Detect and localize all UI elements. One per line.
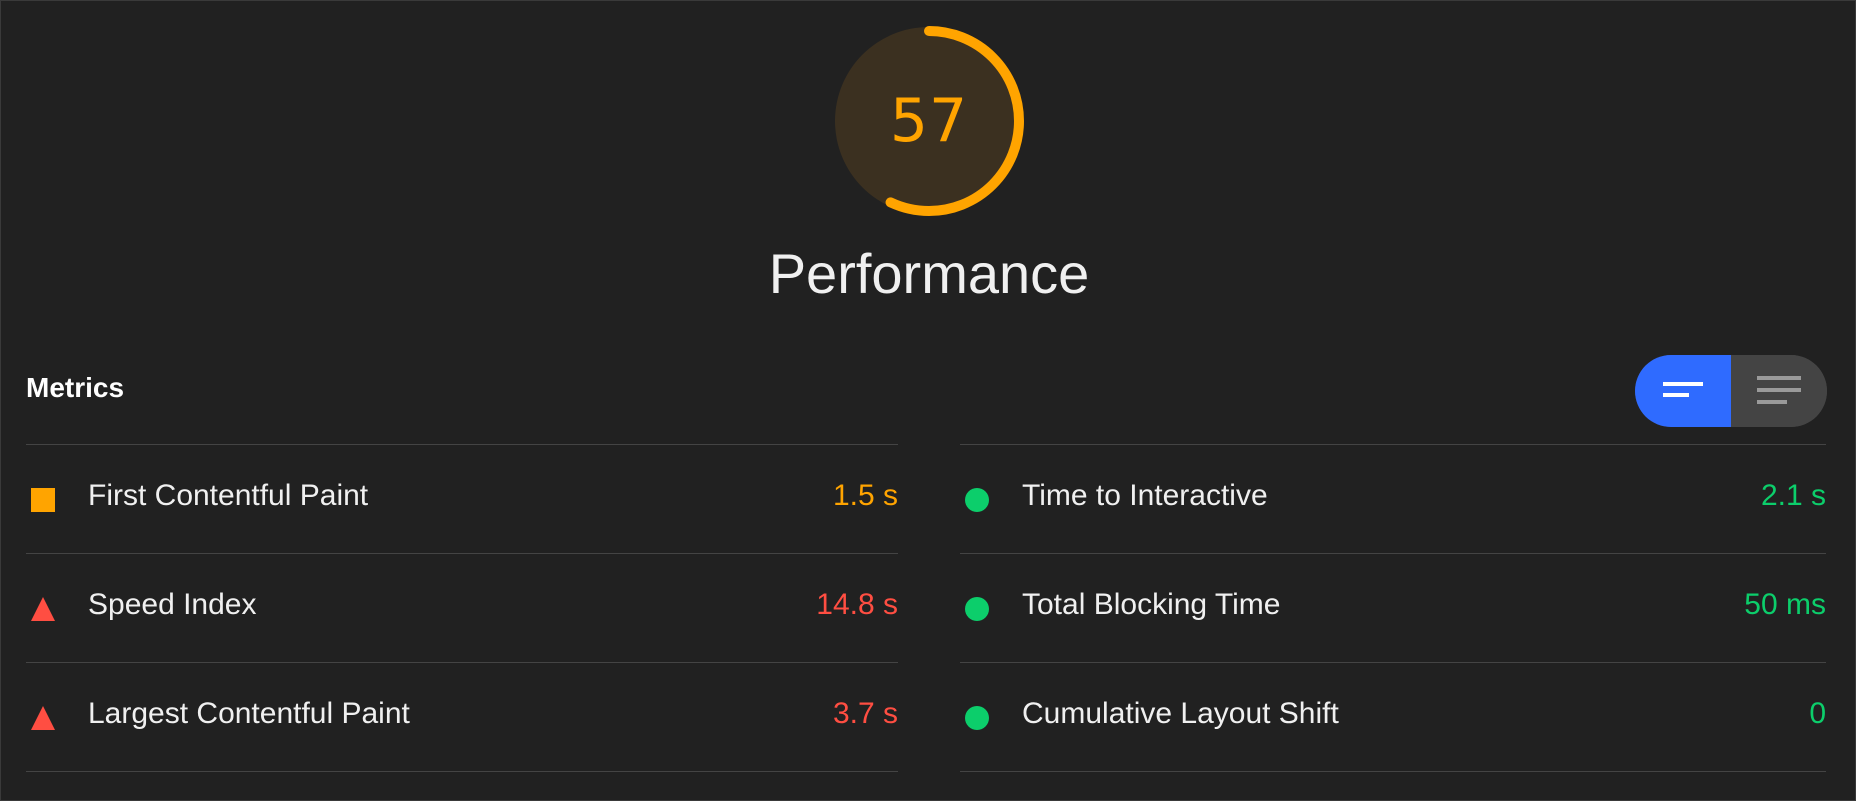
summary-view-button[interactable] — [1635, 355, 1731, 427]
metric-row: Cumulative Layout Shift 0 — [960, 662, 1826, 772]
metrics-column-right: Time to Interactive 2.1 s Total Blocking… — [960, 444, 1826, 772]
metric-label: Total Blocking Time — [1022, 588, 1281, 621]
metric-label: First Contentful Paint — [88, 479, 369, 512]
metric-label: Time to Interactive — [1022, 479, 1268, 512]
metric-label: Cumulative Layout Shift — [1022, 697, 1339, 730]
performance-gauge[interactable]: 57 — [829, 21, 1029, 221]
fail-triangle-icon — [31, 706, 55, 730]
pass-circle-icon — [965, 488, 989, 512]
metric-value: 3.7 s — [832, 697, 898, 730]
metric-row: Total Blocking Time 50 ms — [960, 553, 1826, 662]
expanded-view-button[interactable] — [1731, 355, 1827, 427]
metric-row: First Contentful Paint 1.5 s — [26, 444, 898, 553]
metrics-heading: Metrics — [26, 372, 125, 403]
metrics-view-toggle[interactable] — [1635, 355, 1827, 427]
metric-row: Time to Interactive 2.1 s — [960, 444, 1826, 553]
metric-value: 0 — [1809, 697, 1826, 730]
metric-value: 50 ms — [1744, 588, 1826, 621]
report-panel: 57 Performance Metrics First Contentful … — [0, 0, 1856, 801]
summary-lines-icon — [1663, 382, 1703, 397]
metrics-column-left: First Contentful Paint 1.5 s Speed Index… — [26, 444, 898, 772]
metric-row: Speed Index 14.8 s — [26, 553, 898, 662]
metric-value: 2.1 s — [1760, 479, 1826, 512]
pass-circle-icon — [965, 597, 989, 621]
metric-label: Speed Index — [88, 588, 257, 621]
metric-value: 14.8 s — [816, 588, 898, 621]
metric-label: Largest Contentful Paint — [88, 697, 410, 730]
metric-value: 1.5 s — [832, 479, 898, 512]
category-title: Performance — [768, 242, 1090, 305]
list-lines-icon — [1757, 376, 1801, 404]
fail-triangle-icon — [31, 597, 55, 621]
metric-row: Largest Contentful Paint 3.7 s — [26, 662, 898, 772]
performance-score: 57 — [889, 86, 969, 156]
pass-circle-icon — [965, 706, 989, 730]
average-square-icon — [31, 488, 55, 512]
